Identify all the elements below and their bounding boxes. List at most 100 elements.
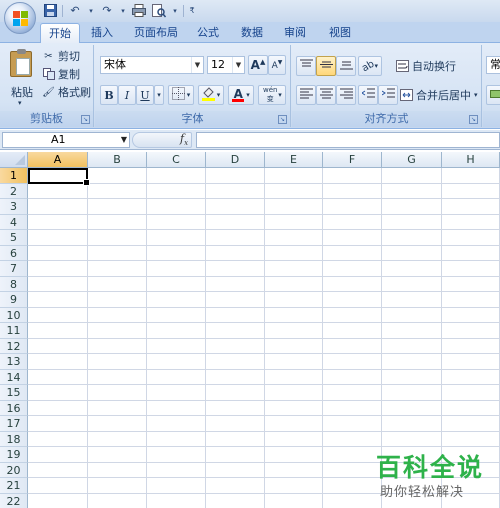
row-header[interactable]: 3 <box>0 199 28 215</box>
chevron-down-icon[interactable]: ▼ <box>232 57 244 73</box>
grow-font-button[interactable]: A▲ <box>248 55 268 75</box>
align-bottom-button[interactable] <box>336 56 356 76</box>
row-header[interactable]: 16 <box>0 400 28 416</box>
underline-button[interactable]: U <box>136 85 154 105</box>
tab-page-layout[interactable]: 页面布局 <box>126 23 186 43</box>
paste-button[interactable]: 粘贴 ▾ <box>6 49 38 107</box>
print-preview-icon[interactable] <box>151 3 167 18</box>
align-left-button[interactable] <box>296 85 316 105</box>
row-header[interactable]: 21 <box>0 478 28 494</box>
column-header[interactable]: E <box>265 152 323 168</box>
row-header[interactable]: 10 <box>0 307 28 323</box>
undo-dropdown-icon[interactable]: ▾ <box>87 3 95 18</box>
gridline <box>28 275 500 277</box>
column-header[interactable]: C <box>147 152 206 168</box>
formula-bar: A1 ▼ fx <box>0 130 500 150</box>
gridline <box>28 260 500 261</box>
row-header[interactable]: 14 <box>0 369 28 385</box>
format-painter-button[interactable]: 🖌 格式刷 <box>42 84 91 100</box>
redo-icon[interactable]: ↷ <box>99 3 115 18</box>
row-header[interactable]: 8 <box>0 276 28 292</box>
tab-view[interactable]: 视图 <box>320 23 360 43</box>
borders-button[interactable]: ▾ <box>168 85 194 105</box>
row-header[interactable]: 12 <box>0 338 28 354</box>
row-header[interactable]: 1 <box>0 168 28 184</box>
row-header[interactable]: 13 <box>0 354 28 370</box>
row-header[interactable]: 15 <box>0 385 28 401</box>
chevron-down-icon[interactable]: ▼ <box>121 133 127 147</box>
row-header[interactable]: 9 <box>0 292 28 308</box>
name-box[interactable]: A1 ▼ <box>2 132 130 148</box>
merge-center-button[interactable]: 合并后居中 ▾ <box>400 85 478 105</box>
gridline <box>28 182 500 184</box>
gridline <box>28 291 500 292</box>
copy-button[interactable]: 复制 <box>42 66 80 82</box>
align-top-button[interactable] <box>296 56 316 76</box>
row-header[interactable]: 11 <box>0 323 28 339</box>
column-header[interactable]: D <box>206 152 265 168</box>
customize-qat-icon[interactable]: ₹ <box>188 3 196 18</box>
clipboard-group: 粘贴 ▾ ✂ 剪切 复制 🖌 格式刷 剪贴板 ↘ <box>0 45 94 127</box>
cut-button[interactable]: ✂ 剪切 <box>42 48 80 64</box>
formula-input[interactable] <box>196 132 500 148</box>
row-header[interactable]: 22 <box>0 493 28 508</box>
shrink-font-button[interactable]: A▼ <box>268 55 286 75</box>
row-header[interactable]: 4 <box>0 214 28 230</box>
row-header[interactable]: 18 <box>0 431 28 447</box>
font-launcher-icon[interactable]: ↘ <box>278 115 287 124</box>
fill-color-button[interactable]: ▾ <box>198 85 224 105</box>
row-header[interactable]: 17 <box>0 416 28 432</box>
column-header[interactable]: A <box>28 152 88 168</box>
chevron-down-icon[interactable]: ▼ <box>191 57 203 73</box>
phonetic-guide-button[interactable]: wén 变 ▾ <box>258 85 286 105</box>
row-header[interactable]: 2 <box>0 183 28 199</box>
save-icon[interactable] <box>42 3 58 18</box>
print-icon[interactable] <box>131 3 147 18</box>
redo-dropdown-icon[interactable]: ▾ <box>119 3 127 18</box>
tab-review[interactable]: 审阅 <box>277 23 313 43</box>
orientation-button[interactable]: ab ▾ <box>358 56 382 76</box>
accounting-format-button[interactable] <box>486 85 500 105</box>
tab-insert[interactable]: 插入 <box>84 23 120 43</box>
column-header[interactable]: G <box>382 152 442 168</box>
gridline <box>28 306 500 308</box>
align-middle-button[interactable] <box>316 56 336 76</box>
tab-formulas[interactable]: 公式 <box>190 23 226 43</box>
align-center-button[interactable] <box>316 85 336 105</box>
alignment-launcher-icon[interactable]: ↘ <box>469 115 478 124</box>
office-button[interactable] <box>4 2 36 34</box>
italic-button[interactable]: I <box>118 85 136 105</box>
merge-dropdown-icon[interactable]: ▾ <box>474 91 478 99</box>
column-header[interactable]: B <box>88 152 147 168</box>
qat-dropdown-icon[interactable]: ▾ <box>171 3 179 18</box>
font-size-value: 12 <box>211 58 225 71</box>
decrease-indent-button[interactable] <box>358 85 378 105</box>
column-header[interactable]: F <box>323 152 382 168</box>
row-header[interactable]: 6 <box>0 245 28 261</box>
font-name-combo[interactable]: 宋体 ▼ <box>100 56 204 74</box>
bold-button[interactable]: B <box>100 85 118 105</box>
paste-dropdown-icon: ▾ <box>18 99 22 107</box>
undo-icon[interactable]: ↶ <box>67 3 83 18</box>
column-header[interactable]: H <box>442 152 500 168</box>
underline-dropdown-icon[interactable]: ▾ <box>154 85 164 105</box>
select-all-button[interactable] <box>0 152 28 168</box>
clipboard-launcher-icon[interactable]: ↘ <box>81 115 90 124</box>
insert-function-icon[interactable]: fx <box>180 132 188 147</box>
number-format-combo[interactable]: 常 <box>486 56 500 74</box>
active-cell[interactable] <box>28 168 90 186</box>
wrap-text-button[interactable]: 自动换行 <box>396 56 456 76</box>
align-right-button[interactable] <box>336 85 356 105</box>
row-header[interactable]: 7 <box>0 261 28 277</box>
align-bottom-icon <box>339 59 353 73</box>
row-header[interactable]: 19 <box>0 447 28 463</box>
grow-font-icon: A▲ <box>250 58 266 72</box>
tab-data[interactable]: 数据 <box>234 23 270 43</box>
row-header[interactable]: 20 <box>0 462 28 478</box>
format-painter-label: 格式刷 <box>58 86 91 99</box>
row-header[interactable]: 5 <box>0 230 28 246</box>
tab-home[interactable]: 开始 <box>40 23 80 44</box>
increase-indent-button[interactable] <box>378 85 398 105</box>
font-size-combo[interactable]: 12 ▼ <box>207 56 245 74</box>
font-color-button[interactable]: A ▾ <box>228 85 254 105</box>
